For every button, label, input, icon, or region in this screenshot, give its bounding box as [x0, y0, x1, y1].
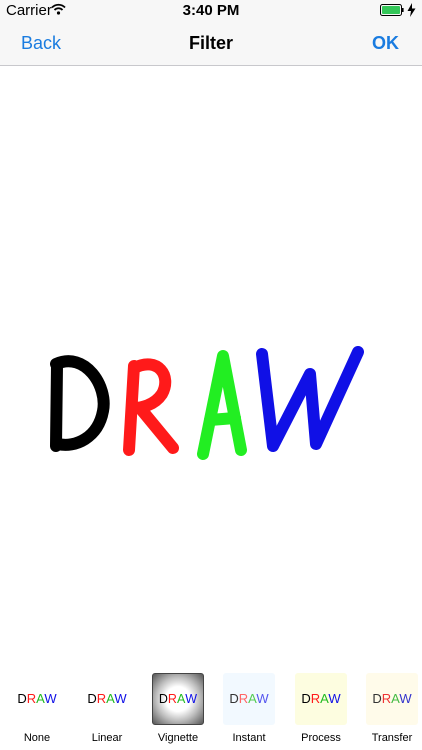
letter-r	[123, 358, 179, 456]
charging-bolt-icon	[407, 3, 416, 17]
svg-text:DRAW: DRAW	[17, 691, 57, 706]
filter-label: Vignette	[157, 732, 199, 744]
filter-thumbnail: DRAW	[81, 673, 133, 725]
letter-d	[50, 355, 110, 452]
svg-text:DRAW: DRAW	[372, 691, 412, 706]
status-time: 3:40 PM	[182, 2, 240, 19]
filter-thumbnail: DRAW	[223, 673, 275, 725]
ok-button[interactable]: OK	[372, 33, 399, 54]
filter-bar: DRAW None DRAW Linear DRAW Vignette DRAW…	[0, 670, 422, 750]
letter-w	[256, 346, 364, 452]
draw-artwork	[50, 346, 364, 460]
battery-icon	[380, 4, 404, 16]
filter-none[interactable]: DRAW None	[11, 673, 63, 749]
filter-thumbnail: DRAW	[295, 673, 347, 725]
filter-label: Linear	[91, 732, 123, 744]
filter-label: Process	[301, 732, 341, 744]
drawing-canvas	[0, 66, 422, 666]
filter-vignette[interactable]: DRAW Vignette	[152, 673, 204, 749]
filter-instant[interactable]: DRAW Instant	[223, 673, 275, 749]
svg-text:DRAW: DRAW	[229, 691, 269, 706]
filter-process[interactable]: DRAW Process	[295, 673, 347, 749]
letter-a	[197, 350, 247, 460]
filter-label: Transfer	[371, 732, 413, 744]
filter-linear[interactable]: DRAW Linear	[81, 673, 133, 749]
svg-text:DRAW: DRAW	[301, 691, 341, 706]
filter-transfer[interactable]: DRAW Transfer	[366, 673, 418, 749]
svg-text:DRAW: DRAW	[87, 691, 127, 706]
filter-label: Instant	[232, 732, 266, 744]
filter-label: None	[23, 732, 51, 744]
svg-text:DRAW: DRAW	[159, 692, 197, 706]
status-bar: Carrier 3:40 PM	[0, 0, 422, 22]
navigation-bar: Back Filter OK	[0, 22, 422, 66]
filter-thumbnail: DRAW	[366, 673, 418, 725]
filter-thumbnail: DRAW	[11, 673, 63, 725]
page-title: Filter	[188, 33, 233, 53]
filter-thumbnail: DRAW	[152, 673, 204, 725]
